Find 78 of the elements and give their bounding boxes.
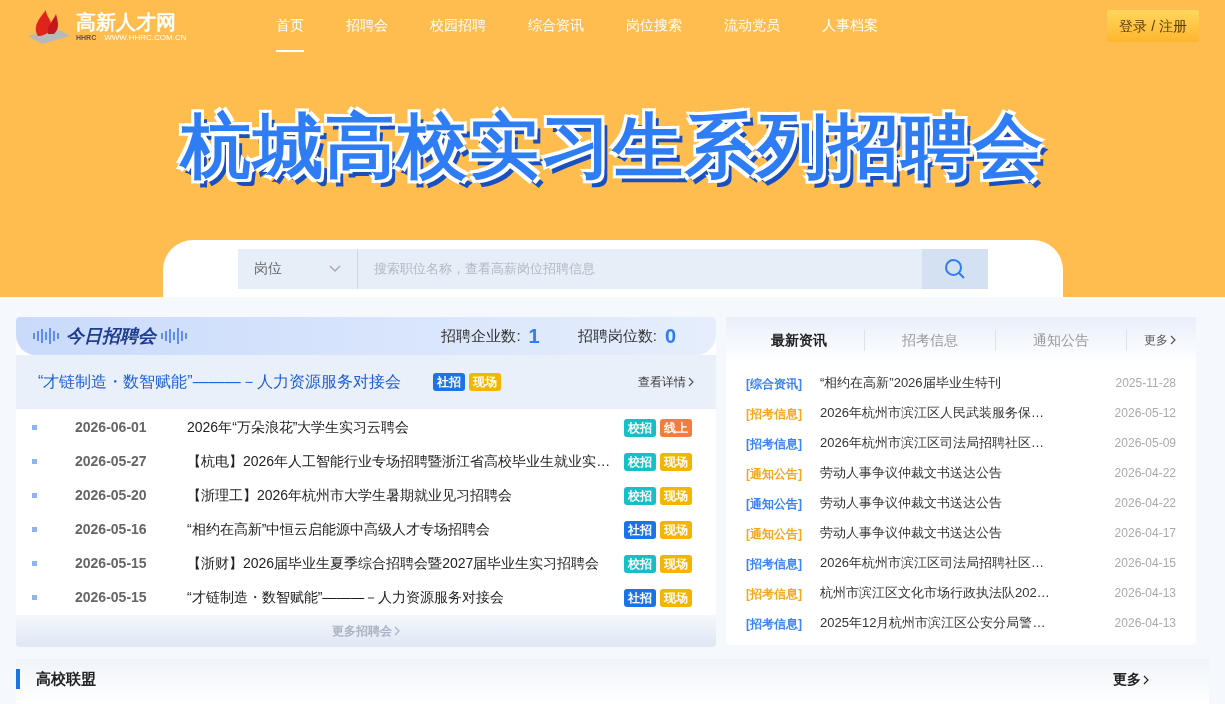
tag: 现场: [468, 372, 501, 391]
news-category: [招考信息]: [746, 437, 802, 451]
news-category: [招考信息]: [746, 557, 802, 571]
search-button[interactable]: [921, 248, 988, 289]
news-category: [招考信息]: [746, 587, 802, 601]
news-date: 2026-05-12: [1114, 405, 1176, 422]
fair-title[interactable]: 【浙理工】2026年杭州市大学生暑期就业见习招聘会: [187, 485, 513, 507]
tag: 社招: [624, 520, 656, 539]
tag: 现场: [660, 588, 692, 607]
news-title[interactable]: 2025年12月杭州市滨江区公安分局警…: [820, 613, 1090, 633]
news-category: [通知公告]: [746, 467, 802, 481]
tag: 现场: [660, 452, 692, 471]
fair-title[interactable]: “相约在高新”中恒云启能源中高级人才专场招聘会: [187, 519, 491, 541]
news-title[interactable]: 2026年杭州市滨江区司法局招聘社区…: [820, 553, 1090, 573]
news-title[interactable]: 劳动人事争议仲裁文书送达公告: [820, 463, 1090, 483]
fair-title[interactable]: 2026年“万朵浪花”大学生实习云聘会: [187, 417, 410, 439]
news-title[interactable]: 劳动人事争议仲裁文书送达公告: [820, 493, 1090, 513]
news-date: 2025-11-28: [1115, 375, 1176, 392]
fair-date: 2026-05-27: [75, 452, 148, 472]
news-category: [综合资讯]: [746, 377, 802, 391]
sound-wave-icon: [32, 328, 62, 345]
news-title[interactable]: “相约在高新”2026届毕业生特刊: [820, 373, 1090, 393]
tag: 社招: [624, 588, 656, 607]
tag: 现场: [660, 520, 692, 539]
news-date: 2026-04-17: [1114, 525, 1176, 542]
section-more-link[interactable]: 更多: [1113, 669, 1149, 690]
news-date: 2026-04-15: [1114, 555, 1176, 572]
news-date: 2026-05-09: [1114, 435, 1176, 452]
fair-date: 2026-05-20: [75, 486, 148, 506]
tag: 社招: [432, 372, 465, 391]
fair-date: 2026-05-15: [75, 588, 148, 608]
details-link[interactable]: 查看详情: [638, 372, 694, 391]
chevron-right-icon: [1170, 335, 1176, 345]
chevron-right-icon: [688, 376, 694, 387]
fair-title[interactable]: “才链制造・数智赋能”———－人力资源服务对接会: [187, 587, 505, 609]
fair-date: 2026-05-16: [75, 520, 148, 540]
news-title[interactable]: 2026年杭州市滨江区人民武装服务保…: [820, 403, 1090, 423]
search-icon: [943, 257, 966, 280]
news-date: 2026-04-22: [1114, 495, 1176, 512]
chevron-right-icon: [1143, 674, 1149, 685]
news-date: 2026-04-13: [1114, 615, 1176, 632]
tag: 现场: [660, 554, 692, 573]
section-title: 高校联盟: [16, 669, 96, 689]
fair-title[interactable]: 【浙财】2026届毕业生夏季综合招聘会暨2027届毕业生实习招聘会: [187, 553, 600, 575]
fair-title[interactable]: 【杭电】2026年人工智能行业专场招聘暨浙江省高校毕业生就业实…: [187, 451, 611, 473]
news-title[interactable]: 2026年杭州市滨江区司法局招聘社区…: [820, 433, 1090, 453]
tag: 线上: [660, 418, 692, 437]
fair-date: 2026-06-01: [75, 418, 148, 438]
chevron-right-icon: [394, 625, 400, 636]
news-category: [通知公告]: [746, 497, 802, 511]
stat-value: 1: [528, 324, 540, 350]
tag: 校招: [624, 452, 656, 471]
tag: 现场: [660, 486, 692, 505]
panel-title: 今日招聘会: [66, 324, 156, 348]
news-date: 2026-04-22: [1114, 465, 1176, 482]
news-category: [招考信息]: [746, 617, 802, 631]
logo-url: WWW.HHRC.COM.CN: [104, 32, 187, 42]
sound-wave-icon: [160, 328, 190, 345]
category-dropdown[interactable]: 岗位: [237, 248, 358, 289]
news-tab[interactable]: 最新资讯: [734, 329, 865, 351]
stat-label: 招聘岗位数:: [577, 325, 657, 346]
chevron-down-icon: [328, 264, 341, 273]
tag: 校招: [624, 486, 656, 505]
news-category: [通知公告]: [746, 527, 802, 541]
featured-fair-title[interactable]: “才链制造・数智赋能”———－人力资源服务对接会: [38, 369, 401, 394]
tag: 校招: [624, 418, 656, 437]
stat-label: 招聘企业数:: [441, 325, 521, 346]
stat-value: 0: [664, 324, 676, 350]
banner-title: 杭城高校实习生系列招聘会: [180, 105, 1045, 187]
news-title[interactable]: 杭州市滨江区文化市场行政执法队202…: [820, 583, 1090, 603]
news-category: [招考信息]: [746, 407, 802, 421]
tag: 校招: [624, 554, 656, 573]
news-more-link[interactable]: 更多: [1144, 331, 1176, 349]
news-date: 2026-04-13: [1114, 585, 1176, 602]
logo-text: 高新人才网: [76, 10, 176, 33]
fair-date: 2026-05-15: [75, 554, 148, 574]
news-title[interactable]: 劳动人事争议仲裁文书送达公告: [820, 523, 1090, 543]
login-button[interactable]: 登录 / 注册: [1107, 10, 1199, 42]
